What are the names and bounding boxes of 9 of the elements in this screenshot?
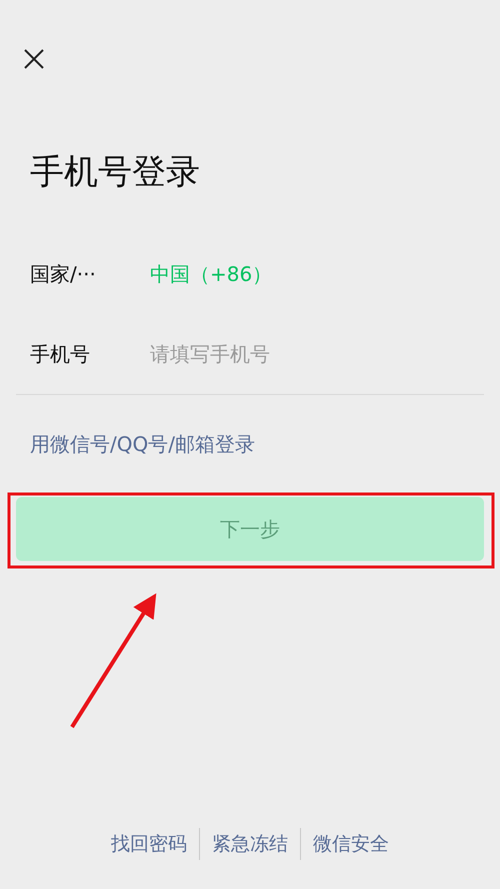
close-icon[interactable] [23, 48, 45, 70]
page-title: 手机号登录 [30, 152, 201, 192]
field-label: 国家/··· [30, 260, 97, 288]
footer-link[interactable]: 微信安全 [301, 831, 401, 857]
footer-link[interactable]: 紧急冻结 [200, 831, 300, 857]
phone-input-field[interactable]: 请填写手机号 [150, 342, 450, 366]
field-label: 手机号 [30, 340, 91, 368]
alt-login-link[interactable]: 用微信号/QQ号/邮箱登录 [30, 432, 255, 456]
footer-link[interactable]: 找回密码 [99, 831, 199, 857]
